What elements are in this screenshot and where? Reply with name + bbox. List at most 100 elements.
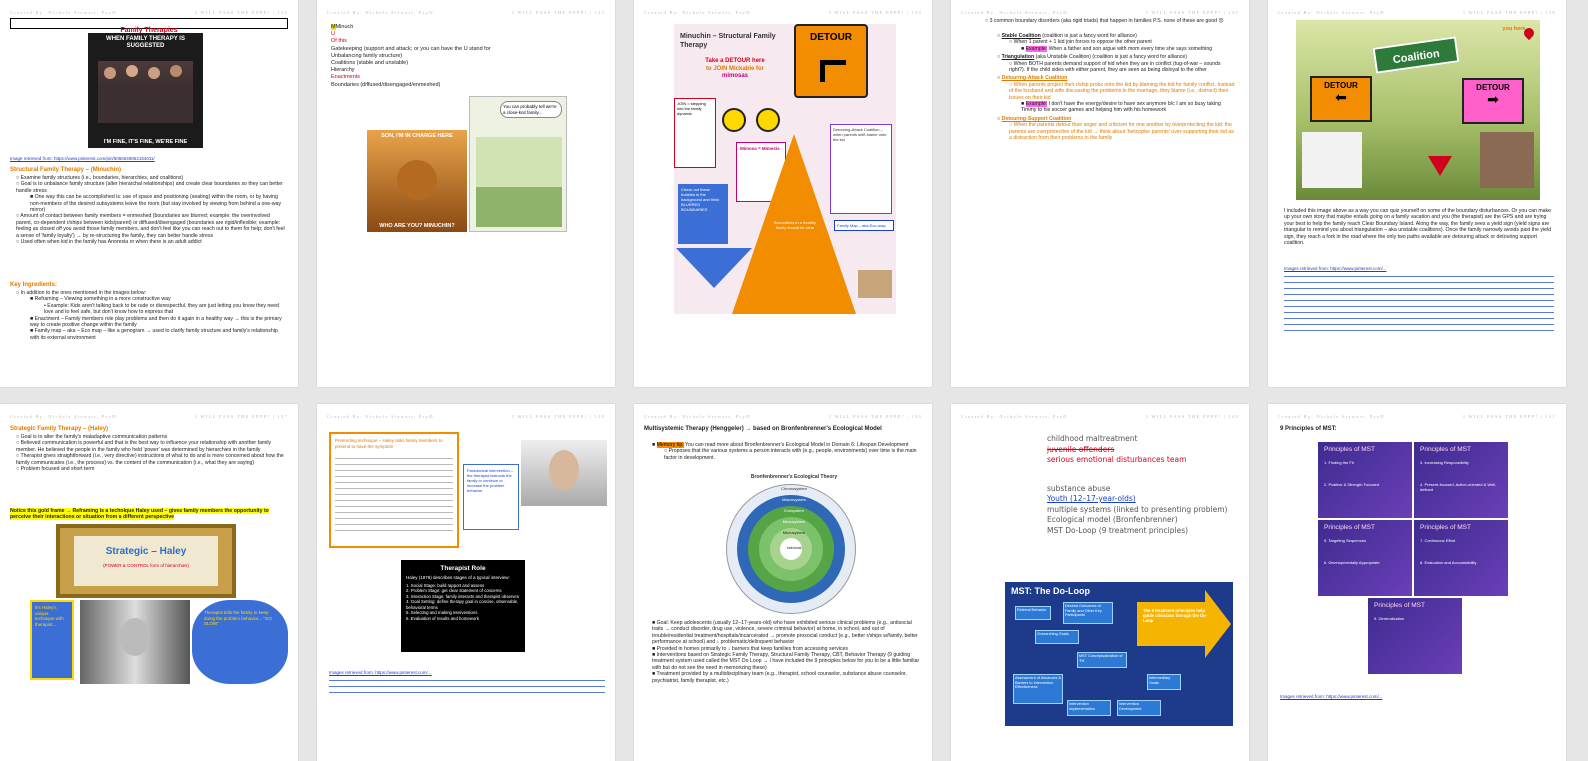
collage-background: Minuchin – Structural Family Therapy Tak… — [674, 24, 896, 314]
mst-card: Principles of MST 1. Finding the Fit 2. … — [1318, 442, 1412, 518]
note-detour: Detouring-Attack Coalition – when parent… — [830, 124, 892, 214]
list-item: ■ Family map – aka – Eco map – like a ge… — [30, 328, 278, 341]
family-meme-image: WHEN FAMILY THERAPY IS SUGGESTED I'M FIN… — [88, 33, 203, 148]
page-header: Created By: Nichole Stewart, PsyD I WILL… — [961, 10, 1239, 15]
page-header: Created By: Nichole Stewart, PsyD I WILL… — [1278, 414, 1556, 419]
do-loop-box: Assessment of Advances & Barriers to Int… — [1013, 674, 1063, 704]
page-138: Created By: Nichole Stewart, PsyD I WILL… — [317, 404, 615, 761]
list-item: • Example: Kids aren't talking back to b… — [44, 302, 279, 316]
page-133: Created By: Nichole Stewart, PsyD I WILL… — [317, 0, 615, 387]
list-item: ○ Therapist gives straightforward (i.e.,… — [16, 453, 284, 466]
list-item: 4. Goal Setting: define therapy goal in … — [406, 599, 519, 610]
list-item: 6. Evaluation of results and homework — [406, 615, 479, 621]
image-reference[interactable]: Images retrieved from: https://www.pinte… — [1284, 266, 1554, 272]
do-loop-box: Intermediary Goals — [1147, 674, 1181, 690]
ecological-diagram: Bronfenbrenner's Ecological Theory Chron… — [724, 474, 864, 614]
haley-photo — [80, 600, 190, 684]
do-loop-box: Overarching Goals — [1035, 630, 1079, 644]
yield-sign-icon — [1428, 156, 1452, 176]
image-reference[interactable]: Images retrieved from: https://www.pinte… — [1280, 694, 1556, 700]
photo-bunny — [521, 440, 607, 506]
acronym-line: Coalitions (stable and unstable) — [331, 60, 409, 67]
note-left: JOIN = stepping into the family dynamic — [674, 98, 716, 168]
section-title: Multisystemic Therapy (Henggeler) → base… — [644, 426, 882, 432]
list-item: ○ Goal is to unbalance family structure … — [16, 181, 283, 194]
gold-frame: Strategic – Haley (POWER & CONTROL form … — [56, 524, 236, 598]
list-item: ■ Example: I don't have the energy/desir… — [1021, 101, 1221, 114]
mnemonic-line: MST Do-Loop (9 treatment principles) — [1047, 525, 1189, 535]
page-135: Created By: Nichole Stewart, PsyD I WILL… — [951, 0, 1249, 387]
mnemonic-line: Ecological model (Bronfenbrenner) — [1047, 515, 1178, 524]
coalition-sign: Coalition — [1372, 36, 1460, 74]
detour-sign-left: DETOUR ⬅ — [1310, 76, 1372, 122]
image-reference[interactable]: Image retrieved from: https://www.pinter… — [10, 156, 288, 162]
pineapple-glasses — [722, 102, 782, 132]
paragraph: I included this image above as a way you… — [1284, 208, 1552, 247]
do-loop-diagram: MST: The Do-Loop Referral Behavior Desir… — [1005, 582, 1233, 726]
page-title: 9 Principles of MST: — [1280, 426, 1337, 432]
do-loop-box: Desired Outcomes of Family and Other Key… — [1063, 602, 1113, 624]
mst-mnemonic: childhood maltreatment juvenile offender… — [1047, 434, 1237, 536]
acronym-line: Boundaries (diffused/disengaged/enmeshed… — [331, 81, 441, 88]
mnemonic-line: substance abuse — [1047, 483, 1111, 493]
mnemonic-line: childhood maltreatment — [1047, 434, 1138, 443]
page-134: Created By: Nichole Stewart, PsyD I WILL… — [634, 0, 932, 387]
section-title: Strategic Family Therapy – (Haley) — [10, 426, 109, 432]
do-loop-box: Intervention Development — [1117, 700, 1161, 716]
detour-sign-right: DETOUR ➡ — [1462, 78, 1524, 124]
list-item: ○ Amount of contact between family membe… — [16, 213, 285, 239]
bubble-right: Therapist tells the family to keep doing… — [192, 600, 288, 684]
page-header: Created By: Nichole Stewart, PsyD I WILL… — [644, 10, 922, 15]
mnemonic-line: serious emotional disturbances team — [1047, 455, 1187, 464]
acronym-line: Gatekeeping (support and attack; or you … — [331, 45, 491, 59]
tagline: to JOIN Mickable for — [705, 65, 764, 72]
gold-frame-note: Notice this gold frame → Reframing is a … — [10, 508, 269, 521]
note-right: Family Map – aka Eco-map — [834, 220, 894, 231]
list-item: ○ Used often when kid in the family has … — [16, 239, 202, 246]
page-137: Created By: Nichole Stewart, PsyD I WILL… — [0, 404, 298, 761]
bubble-left: It's Haley's unique technique with thera… — [30, 600, 74, 680]
list-item: ■ Treatment provided by a multidisciplin… — [652, 671, 907, 684]
mst-card: Principles of MST 3. Increasing Responsi… — [1414, 442, 1508, 518]
road-collage: Coalition DETOUR ⬅ DETOUR ➡ you here — [1296, 20, 1540, 200]
list-item: ■ Goal: Keep adolescents (usually 12–17-… — [652, 620, 918, 646]
acronym-line: Of this — [331, 38, 347, 45]
section-title: Structural Family Therapy – (Minuchin) — [10, 167, 122, 173]
list-item: ■ Example: When a father and son argue w… — [1021, 45, 1213, 52]
list-item: ○ Proposes that the various systems a pe… — [664, 448, 917, 461]
side-note: Paradoxical intervention – the therapist… — [463, 464, 519, 530]
list-item: ○ When BOTH parents demand support of ki… — [1009, 60, 1221, 74]
page-title-box: Family Therapies — [10, 18, 288, 34]
page-header: Created By: Nichole Stewart, PsyD I WILL… — [961, 414, 1239, 419]
mst-card: Principles of MST 7. Continuous Effort 8… — [1414, 520, 1508, 596]
page-header: Created By: Nichole Stewart, PsyD I WILL… — [10, 414, 288, 419]
page-header: Created By: Nichole Stewart, PsyD I WILL… — [644, 414, 922, 419]
boundary-intro: ○ 3 common boundary disorders (aka rigid… — [985, 18, 1224, 24]
lion-king-meme: SON, I'M IN CHARGE HERE WHO ARE YOU? MIN… — [367, 130, 467, 232]
page-132: Created By: Nichole Stewart, PsyD I WILL… — [0, 0, 298, 387]
list-item: ○ Believed communication is powerful and… — [16, 440, 272, 453]
list-item: ■ One way this can be accomplished is: u… — [30, 194, 282, 214]
image-reference[interactable]: Images retrieved from: https://www.pinte… — [329, 670, 605, 676]
cartoon-image: You can probably tell we're a close-knit… — [469, 96, 567, 232]
tagline: Take a DETOUR here — [705, 58, 765, 64]
key-ingredients-title: Key Ingredients: — [10, 282, 58, 288]
mnemonic-line: Youth (12–17-year-olds) — [1047, 494, 1136, 503]
page-136: Created By: Nichole Stewart, PsyD I WILL… — [1268, 0, 1566, 387]
note-triangle: Boundaries in a healthy family should be… — [774, 220, 816, 230]
page-header: Created By: Nichole Stewart, PsyD I WILL… — [327, 10, 605, 15]
arrow-right-icon: ➡ — [1487, 91, 1499, 107]
tagline: mimosas — [721, 73, 748, 79]
pretending-box: Pretending technique – Haley asks family… — [329, 432, 459, 548]
detour-sign: DETOUR — [794, 24, 868, 98]
acronym-list: MMinuch U Of this Gatekeeping (support a… — [331, 24, 511, 89]
acronym-line: Enactments — [331, 74, 361, 81]
page-header: Created By: Nichole Stewart, PsyD I WILL… — [327, 414, 605, 419]
list-item: ○ When parents project their r/ship prob… — [1009, 81, 1235, 101]
page-139: Created By: Nichole Stewart, PsyD I WILL… — [634, 404, 932, 761]
do-loop-box: Referral Behavior — [1015, 606, 1051, 620]
acronym-line: MMinuch — [331, 24, 354, 30]
page-header: Created By: Nichole Stewart, PsyD I WILL… — [1278, 10, 1556, 15]
mst-card: Principles of MST 5. Targeting Sequences… — [1318, 520, 1412, 596]
yellow-arrow-head — [1205, 590, 1231, 658]
